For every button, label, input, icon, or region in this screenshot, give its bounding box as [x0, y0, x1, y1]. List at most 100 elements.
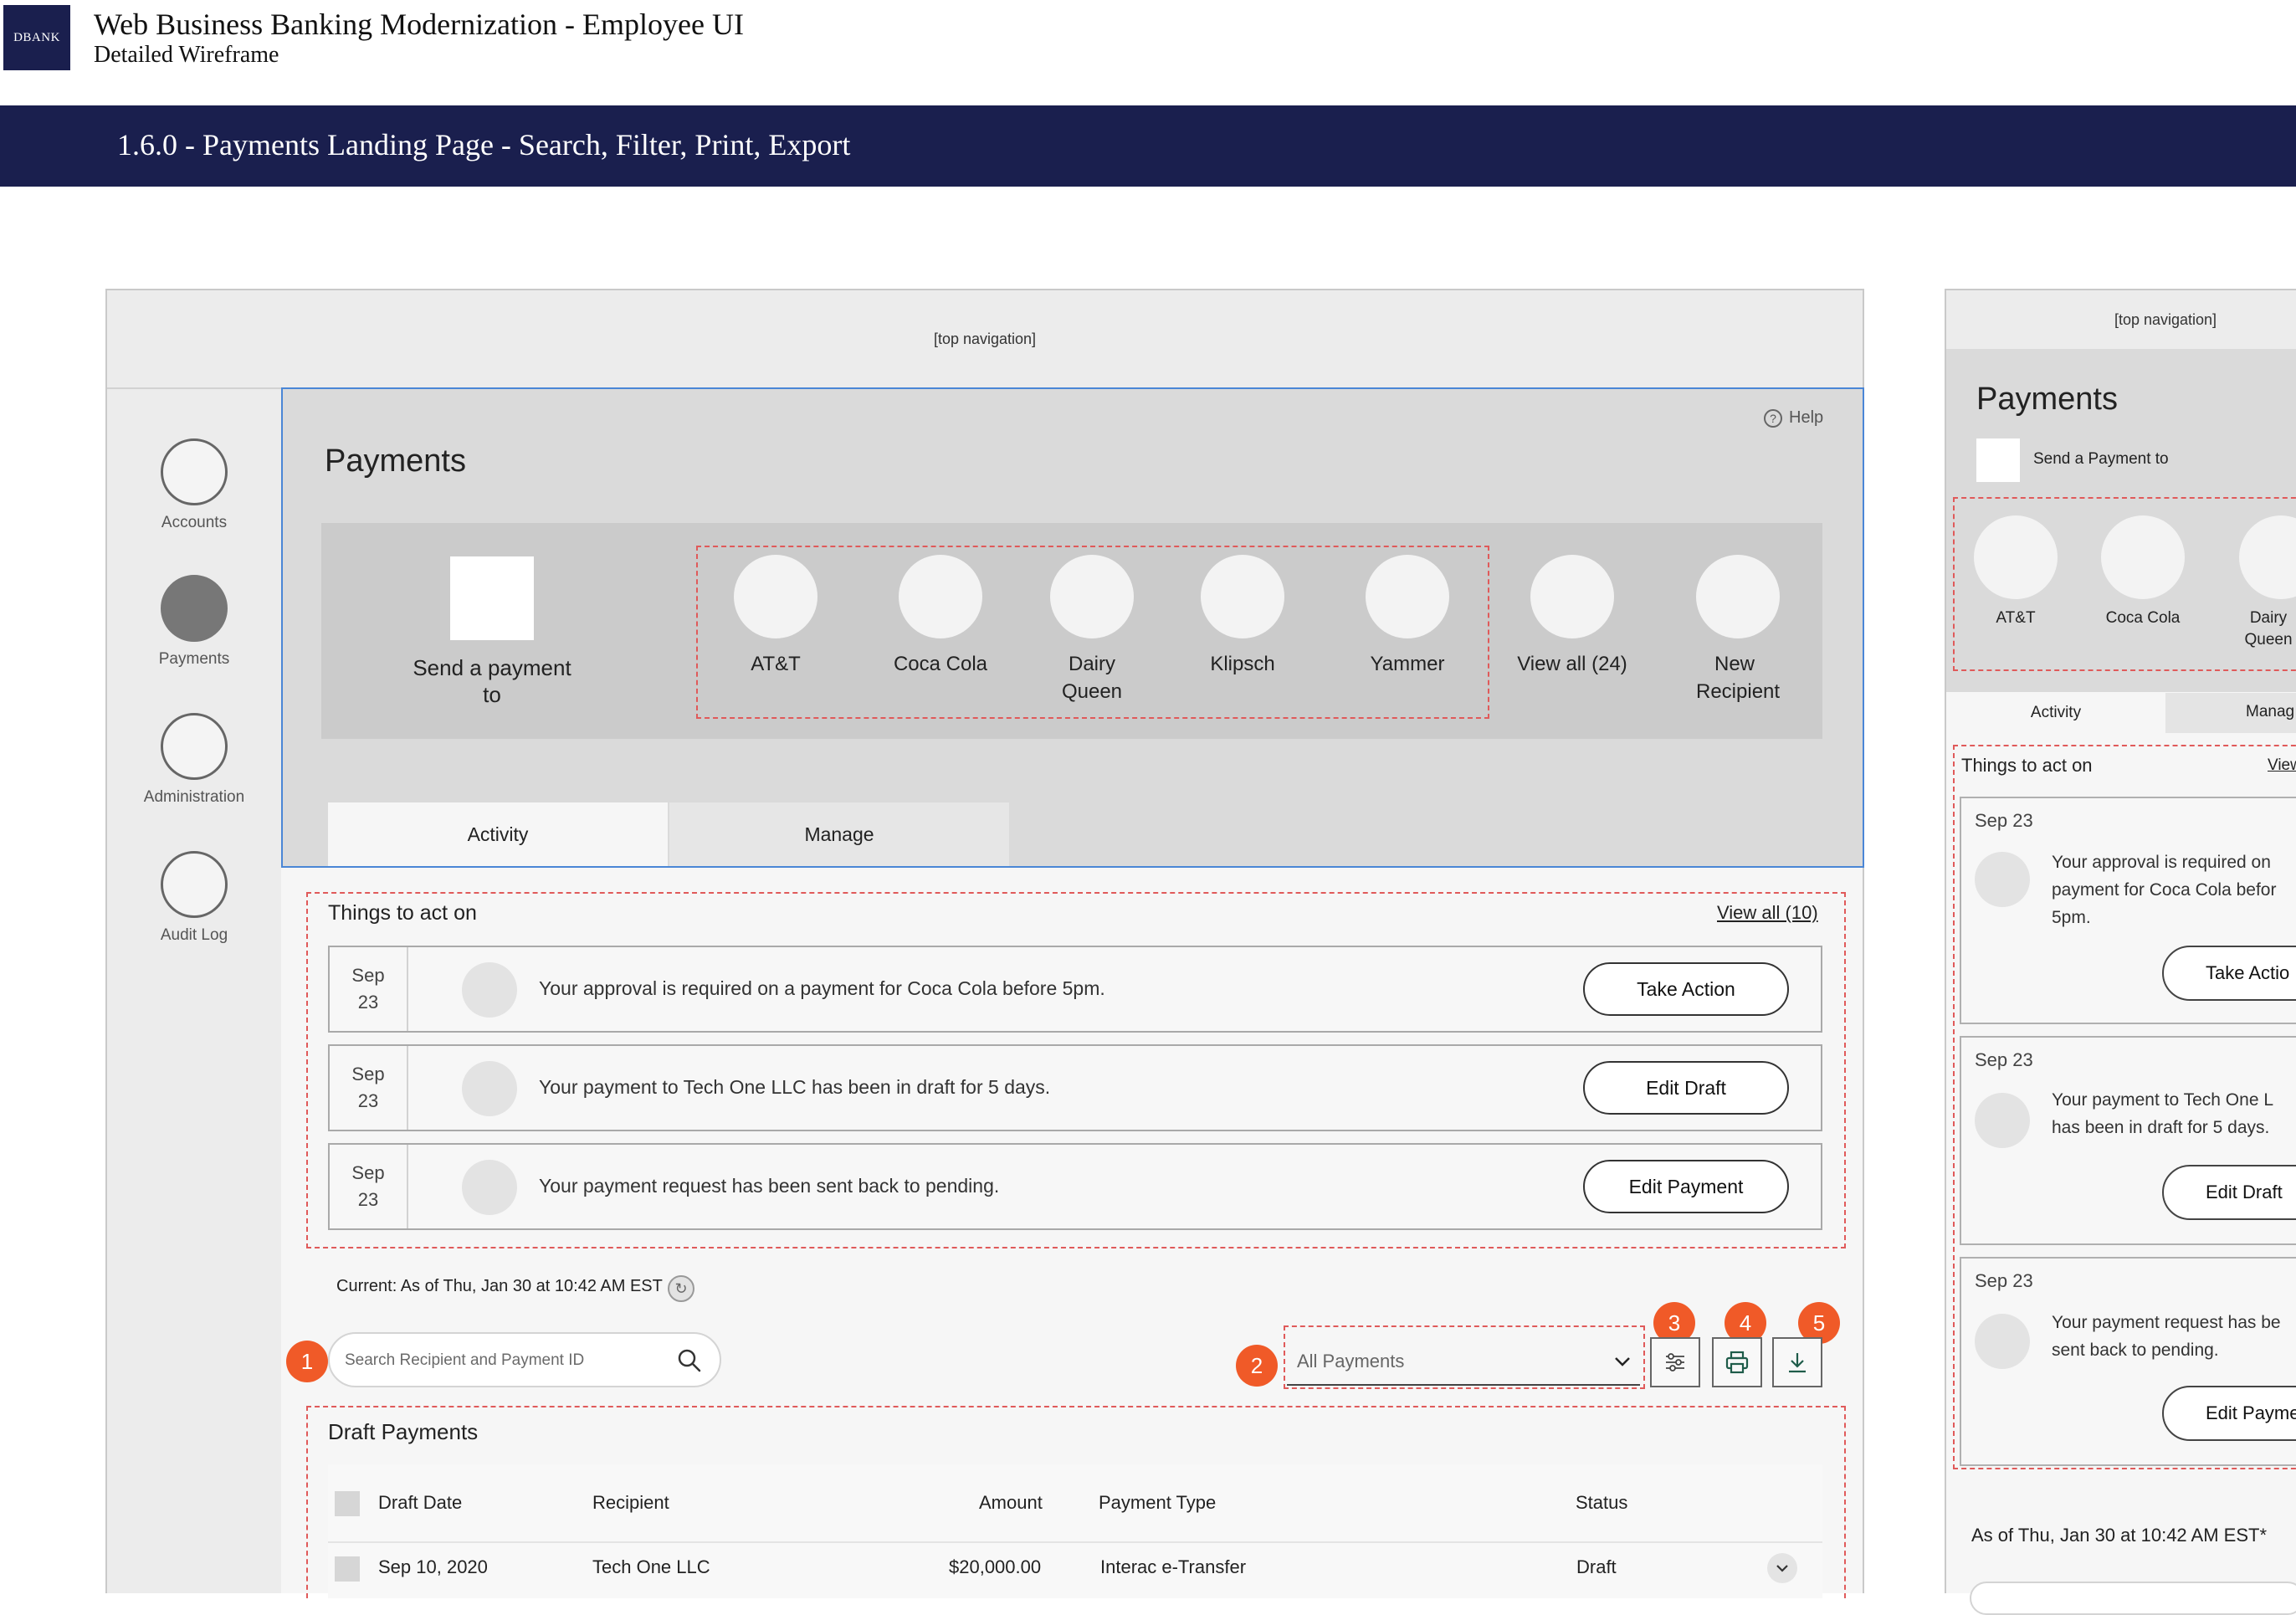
action-item: Sep 23 Your approval is required on a pa…	[328, 946, 1822, 1033]
date-month: Sep	[351, 965, 385, 986]
chevron-down-icon	[1615, 1357, 1630, 1366]
edit-draft-button[interactable]: Edit Draft	[2162, 1165, 2296, 1220]
page-title: Payments	[325, 443, 466, 479]
action-item-text: Your payment request has been sent back …	[539, 1175, 1000, 1197]
export-button[interactable]	[1772, 1337, 1822, 1387]
take-action-button[interactable]: Take Action	[1583, 962, 1789, 1016]
column-header-recipient[interactable]: Recipient	[592, 1492, 669, 1514]
mobile-card-date: Sep 23	[1975, 1049, 2033, 1070]
select-all-checkbox[interactable]	[335, 1491, 360, 1516]
tab-activity[interactable]: Activity	[328, 802, 668, 866]
recipient-label: Yammer	[1370, 653, 1445, 675]
recipient-label: AT&T	[751, 653, 801, 675]
recipient-att[interactable]: AT&T	[709, 555, 843, 678]
recipient-label: Klipsch	[1210, 653, 1275, 675]
dbank-logo: DBANK	[3, 5, 70, 70]
edit-payment-button[interactable]: Edit Payme	[2162, 1386, 2296, 1441]
things-to-act-on-view-all[interactable]: View all (10)	[1717, 902, 1818, 924]
date-day: 23	[357, 1189, 379, 1210]
mobile-page-title: Payments	[1976, 382, 2118, 417]
view-all-icon	[1530, 555, 1614, 638]
mobile-tab-manage[interactable]: Manag	[2165, 693, 2296, 733]
column-header-status[interactable]: Status	[1576, 1492, 1627, 1514]
new-recipient-label: New Recipient	[1696, 653, 1781, 703]
action-item-text: Your approval is required on a payment f…	[539, 977, 1105, 999]
recipient-yammer[interactable]: Yammer	[1340, 555, 1474, 678]
recipient-avatar	[899, 555, 982, 638]
recipient-label: AT&T	[1996, 609, 2036, 627]
search-icon[interactable]	[676, 1347, 703, 1374]
tab-manage[interactable]: Manage	[669, 802, 1009, 866]
send-payment-icon[interactable]	[450, 556, 534, 640]
table-cell-amount: $20,000.00	[949, 1556, 1042, 1577]
text-line: Your payment request has be	[2052, 1313, 2281, 1332]
recipient-avatar	[2239, 515, 2296, 599]
mobile-as-of-timestamp: As of Thu, Jan 30 at 10:42 AM EST*	[1971, 1525, 2268, 1546]
table-cell-recipient: Tech One LLC	[592, 1556, 710, 1577]
send-payment-label[interactable]: Send a payment to	[402, 654, 582, 708]
mobile-recipient-att[interactable]: AT&T	[1970, 515, 2062, 629]
add-recipient-icon	[1696, 555, 1780, 638]
avatar	[1975, 1314, 2030, 1369]
annotation-badge-1: 1	[286, 1341, 328, 1382]
administration-icon	[161, 713, 228, 780]
mobile-tab-activity[interactable]: Activity	[1946, 693, 2165, 733]
new-recipient-button[interactable]: New Recipient	[1668, 555, 1801, 705]
view-all-recipients[interactable]: View all (24)	[1505, 555, 1639, 678]
sidebar-item-audit-log[interactable]: Audit Log	[107, 851, 281, 945]
action-item-date: Sep 23	[330, 1046, 408, 1130]
action-item-text: Your payment to Tech One LLC has been in…	[539, 1076, 1051, 1098]
mobile-send-payment-icon[interactable]	[1976, 438, 2020, 482]
mobile-search-field[interactable]	[1970, 1582, 2296, 1615]
recipient-label: Dairy Queen	[2244, 609, 2293, 649]
mobile-recipient-dairy-queen[interactable]: Dairy Queen	[2222, 515, 2296, 651]
mobile-top-navigation-label: [top navigation]	[2114, 311, 2217, 328]
sidebar-item-accounts[interactable]: Accounts	[107, 438, 281, 532]
sidebar-item-label: Payments	[158, 650, 230, 668]
mobile-recipient-coca-cola[interactable]: Coca Cola	[2097, 515, 2189, 629]
row-checkbox[interactable]	[335, 1556, 360, 1582]
sidebar-item-administration[interactable]: Administration	[107, 713, 281, 807]
annotation-badge-2: 2	[1236, 1345, 1278, 1387]
mobile-action-card: Sep 23 Your approval is required on paym…	[1960, 797, 2296, 1024]
payment-filter-select[interactable]: All Payments	[1287, 1339, 1640, 1386]
text-line: has been in draft for 5 days.	[2052, 1118, 2270, 1137]
mobile-view-all-link[interactable]: View	[2268, 756, 2296, 775]
document-subtitle: Detailed Wireframe	[94, 42, 279, 68]
sidebar-item-payments[interactable]: Payments	[107, 575, 281, 669]
refresh-icon[interactable]: ↻	[668, 1275, 694, 1302]
recipient-dairy-queen[interactable]: Dairy Queen	[1025, 555, 1159, 705]
search-input[interactable]	[345, 1347, 654, 1374]
search-field[interactable]	[328, 1332, 721, 1387]
help-link[interactable]: ? Help	[1764, 408, 1823, 428]
column-header-payment-type[interactable]: Payment Type	[1099, 1492, 1216, 1514]
text-line: Your approval is required on	[2052, 853, 2271, 872]
column-header-amount[interactable]: Amount	[979, 1492, 1043, 1514]
draft-payments-table	[328, 1464, 1822, 1598]
recipient-avatar	[1366, 555, 1449, 638]
mobile-card-text: Your payment request has be sent back to…	[2052, 1309, 2281, 1364]
recipient-avatar	[1974, 515, 2058, 599]
avatar	[462, 1160, 517, 1215]
expand-row-button[interactable]	[1767, 1553, 1797, 1583]
table-cell-date: Sep 10, 2020	[378, 1556, 488, 1577]
print-button[interactable]	[1712, 1337, 1762, 1387]
recipient-avatar	[1050, 555, 1134, 638]
mobile-send-payment-label[interactable]: Send a Payment to	[2033, 450, 2169, 469]
date-month: Sep	[351, 1162, 385, 1183]
table-cell-payment-type: Interac e-Transfer	[1100, 1556, 1247, 1577]
edit-draft-button[interactable]: Edit Draft	[1583, 1061, 1789, 1115]
audit-log-icon	[161, 851, 228, 918]
date-day: 23	[357, 1090, 379, 1111]
action-item: Sep 23 Your payment to Tech One LLC has …	[328, 1044, 1822, 1131]
recipient-coca-cola[interactable]: Coca Cola	[874, 555, 1007, 678]
avatar	[1975, 852, 2030, 907]
view-all-label: View all (24)	[1517, 653, 1627, 675]
take-action-button[interactable]: Take Actio	[2162, 946, 2296, 1001]
filter-settings-button[interactable]	[1650, 1337, 1700, 1387]
recipient-klipsch[interactable]: Klipsch	[1176, 555, 1309, 678]
column-header-draft-date[interactable]: Draft Date	[378, 1492, 462, 1514]
sidebar-item-label: Audit Log	[160, 926, 228, 944]
sidebar-item-label: Accounts	[161, 514, 228, 531]
edit-payment-button[interactable]: Edit Payment	[1583, 1160, 1789, 1213]
